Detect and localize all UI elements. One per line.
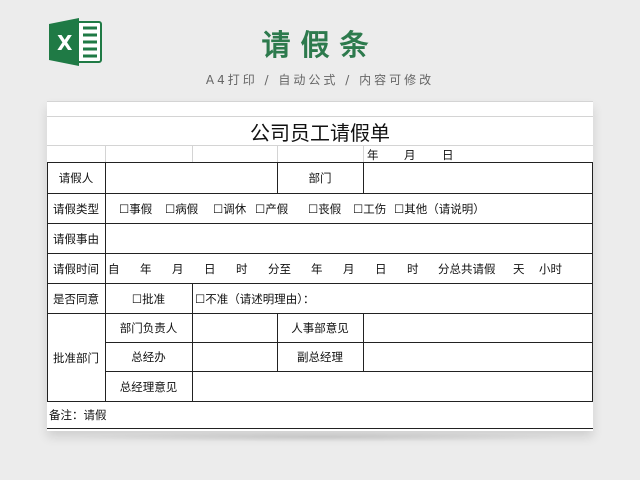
table-border [105, 371, 593, 372]
grid-line [47, 145, 593, 146]
approve-checkbox[interactable]: ☐批准 [105, 292, 192, 306]
grid-line [105, 145, 106, 162]
time-label: 请假时间 [53, 262, 99, 276]
time-hour-2: 时 [407, 262, 419, 276]
date-year: 年 [367, 148, 379, 162]
agree-label: 是否同意 [53, 292, 99, 306]
time-total: 分总共请假 [438, 262, 496, 276]
leave-type-compensatory[interactable]: ☐调休 [213, 202, 246, 216]
table-border [363, 162, 364, 193]
time-from: 自 [108, 262, 120, 276]
applicant-label: 请假人 [58, 171, 94, 185]
hr-opinion-label: 人事部意见 [291, 321, 349, 335]
grid-line [363, 145, 364, 162]
deputy-gm-label: 副总经理 [297, 350, 343, 364]
leave-type-label: 请假类型 [53, 202, 99, 216]
page-subtitle: A4打印 / 自动公式 / 内容可修改 [205, 73, 435, 87]
table-border [592, 162, 593, 401]
grid-line [192, 145, 193, 162]
date-day: 日 [442, 148, 454, 162]
time-to: 分至 [268, 262, 291, 276]
dept-head-label: 部门负责人 [119, 321, 178, 335]
leave-type-other[interactable]: ☐其他（请说明） [394, 202, 485, 216]
leave-type-sick[interactable]: ☐病假 [165, 202, 198, 216]
time-year-2: 年 [311, 262, 323, 276]
time-day-2: 日 [375, 262, 387, 276]
reason-label: 请假事由 [53, 232, 99, 246]
table-border [47, 223, 593, 224]
time-days: 天 [513, 262, 525, 276]
table-border [47, 313, 593, 314]
table-border [47, 162, 593, 163]
note-text: 备注：请假 [49, 408, 107, 422]
dept-label: 部门 [308, 171, 332, 185]
table-border [192, 283, 193, 313]
time-month-2: 月 [343, 262, 355, 276]
time-hours: 小时 [539, 262, 562, 276]
date-month: 月 [404, 148, 416, 162]
table-border [47, 193, 593, 194]
grid-line [47, 101, 593, 102]
gm-opinion-label: 总经理意见 [119, 380, 178, 394]
approval-dept-label: 批准部门 [53, 351, 99, 365]
leave-type-injury[interactable]: ☐工伤 [353, 202, 386, 216]
table-border [363, 313, 364, 371]
gm-office-label: 总经办 [131, 350, 166, 364]
time-hour-1: 时 [236, 262, 248, 276]
grid-line [47, 116, 593, 117]
form-title: 公司员工请假单 [250, 121, 390, 145]
table-border [192, 313, 193, 401]
table-border [47, 401, 593, 402]
reject-checkbox[interactable]: ☐不准（请述明理由）： [195, 292, 315, 306]
table-border [47, 253, 593, 254]
table-border [47, 428, 593, 429]
page-title: 请假条 [261, 28, 379, 62]
leave-form-sheet: 公司员工请假单 年 月 日 请假人 部门 请假类型 ☐事假 ☐病假 ☐调休 ☐产… [47, 101, 593, 431]
time-month-1: 月 [172, 262, 184, 276]
sheet-shadow [60, 432, 580, 442]
leave-type-bereavement[interactable]: ☐丧假 [308, 202, 341, 216]
leave-type-maternity[interactable]: ☐产假 [255, 202, 288, 216]
table-border [105, 162, 106, 401]
time-year-1: 年 [140, 262, 152, 276]
time-day-1: 日 [204, 262, 216, 276]
table-border [47, 283, 593, 284]
leave-type-personal[interactable]: ☐事假 [119, 202, 152, 216]
table-border [105, 342, 593, 343]
grid-line [277, 145, 278, 162]
table-border [47, 162, 48, 401]
